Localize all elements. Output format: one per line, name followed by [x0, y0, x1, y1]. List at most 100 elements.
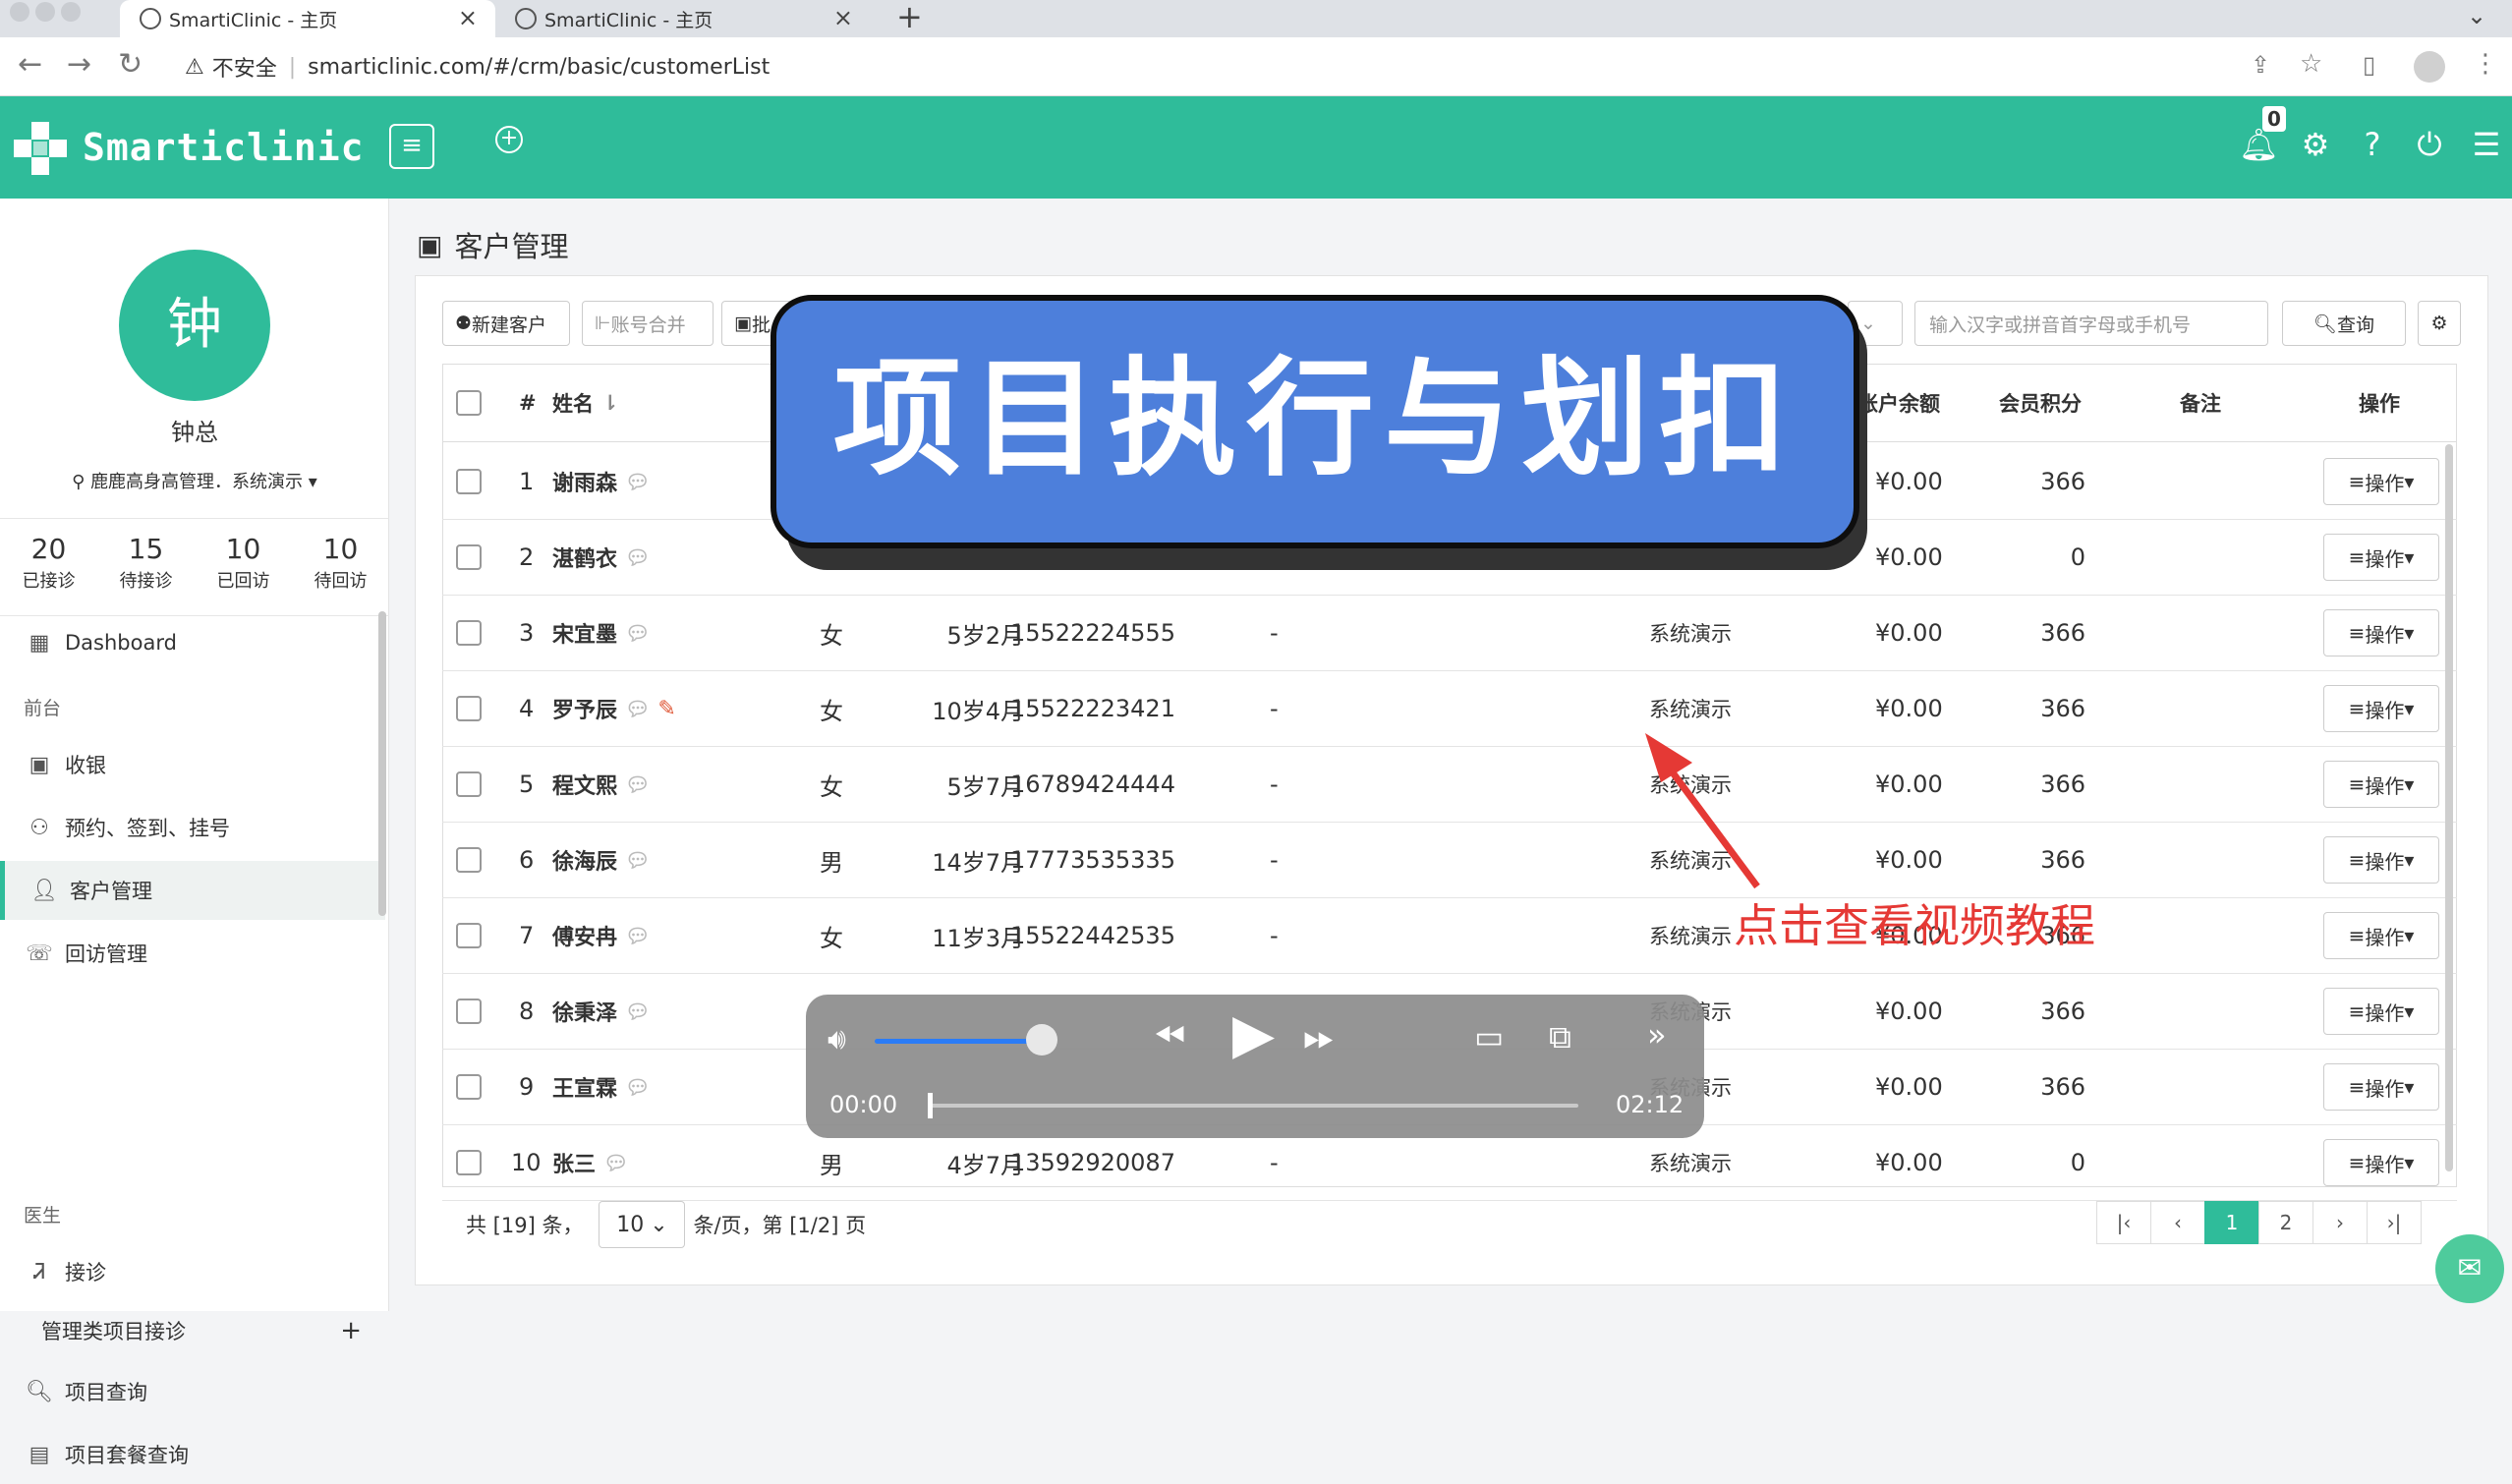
volume-slider-knob[interactable] [1026, 1024, 1057, 1056]
sidebar-item-reception[interactable]: Ꮨ 接诊 [0, 1242, 385, 1301]
rewind-icon[interactable]: ⏪︎ [1154, 1014, 1185, 1059]
sidebar-item-project-query[interactable]: 🔍︎ 项目查询 [0, 1362, 385, 1421]
volume-slider[interactable] [875, 1039, 1042, 1044]
sidebar-item-customer[interactable]: 👤︎ 客户管理 [0, 861, 385, 920]
row-checkbox[interactable] [456, 1074, 482, 1100]
column-header-name[interactable]: 姓名 ⇂ [552, 364, 619, 441]
row-action-button[interactable]: ≡ 操作 ▾ [2323, 458, 2439, 505]
row-checkbox[interactable] [456, 544, 482, 570]
help-icon[interactable]: ? [2353, 126, 2392, 163]
customer-name-link[interactable]: 程文熙 💬︎ [552, 747, 650, 822]
sidebar-item-followup[interactable]: ☏ 回访管理 [0, 924, 385, 983]
row-action-button[interactable]: ≡ 操作 ▾ [2323, 1063, 2439, 1111]
row-action-button[interactable]: ≡ 操作 ▾ [2323, 685, 2439, 732]
page-button-2[interactable]: 2 [2258, 1201, 2313, 1244]
table-scrollbar[interactable] [2445, 444, 2453, 1171]
sidebar-item-booking[interactable]: ⚇ 预约、签到、挂号 [0, 798, 385, 857]
row-action-button[interactable]: ≡ 操作 ▾ [2323, 534, 2439, 581]
next-page-button[interactable]: › [2312, 1201, 2368, 1244]
search-input[interactable]: 输入汉字或拼音首字母或手机号 [1914, 301, 2268, 346]
gear-icon[interactable]: ⚙ [2296, 126, 2335, 163]
profile-avatar-icon[interactable] [2414, 51, 2445, 83]
video-tutorial-hint[interactable]: 点击查看视频教程 [1734, 890, 2095, 955]
row-checkbox[interactable] [456, 847, 482, 873]
volume-icon[interactable]: 🔊︎ [828, 1022, 846, 1056]
select-all-checkbox[interactable] [456, 389, 482, 416]
table-row[interactable]: 4 罗予辰 💬︎ ✎ 女 10岁4月 15522223421- 系统演示 ¥0.00 366 ≡ 操… [442, 671, 2457, 747]
progress-bar[interactable] [930, 1104, 1578, 1108]
table-row[interactable]: 5 程文熙 💬︎ 女 5岁7月 16789424444- 系统演示 ¥0.00 366 ≡ 操作 … [442, 747, 2457, 823]
sidebar-item-dashboard[interactable]: ▦ Dashboard [0, 613, 385, 672]
window-zoom-dot[interactable] [61, 2, 81, 22]
window-minimize-dot[interactable] [35, 2, 55, 22]
row-action-button[interactable]: ≡ 操作 ▾ [2323, 988, 2439, 1035]
forward-arrow-icon[interactable]: → [67, 47, 91, 82]
row-checkbox[interactable] [456, 620, 482, 646]
more-menu-icon[interactable]: ⋮ [2473, 49, 2498, 79]
sidebar-item-mgmt-reception[interactable]: 管理类项目接诊 + [0, 1301, 385, 1360]
merge-accounts-button[interactable]: ⊩ 账号合并 [582, 301, 714, 346]
sidebar-item-cashier[interactable]: ▣ 收银 [0, 735, 385, 794]
browser-tab-active[interactable]: SmartiClinic - 主页 × [120, 0, 495, 37]
customer-name-link[interactable]: 宋宜墨 💬︎ [552, 596, 650, 670]
power-icon[interactable]: ⏻ [2410, 126, 2449, 164]
row-checkbox[interactable] [456, 999, 482, 1024]
sidebar-scrollbar[interactable] [378, 611, 386, 916]
prev-page-button[interactable]: ‹ [2150, 1201, 2205, 1244]
menu-toggle-button[interactable]: ≡ [389, 124, 434, 169]
customer-name-link[interactable]: 谢雨森 💬︎ [552, 444, 650, 519]
new-tab-button[interactable]: + [896, 0, 923, 35]
row-checkbox[interactable] [456, 1150, 482, 1175]
url-field[interactable]: ⚠ 不安全 | smarticlinic.com/#/crm/basic/cus… [185, 45, 2209, 88]
customer-name-link[interactable]: 傅安冉 💬︎ [552, 898, 650, 973]
list-indent-icon[interactable]: ☰ [2467, 126, 2506, 163]
window-close-dot[interactable] [10, 2, 29, 22]
location-dropdown[interactable]: ⚲ 鹿鹿高身高管理．系统演示 ▾ [0, 468, 389, 493]
share-icon[interactable]: ⇪ [2251, 51, 2270, 79]
row-action-button[interactable]: ≡ 操作 ▾ [2323, 609, 2439, 656]
last-page-button[interactable]: ›| [2367, 1201, 2422, 1244]
sort-icon[interactable]: ⇂ [601, 391, 619, 415]
sidebar-panel-icon[interactable]: ▯ [2363, 51, 2375, 79]
stat-waiting[interactable]: 15 待接诊 [97, 519, 195, 615]
close-tab-icon[interactable]: × [833, 4, 853, 31]
browser-tab[interactable]: SmartiClinic - 主页 × [495, 0, 871, 37]
new-customer-button[interactable]: ⚉ 新建客户 [442, 301, 570, 346]
fast-forward-icon[interactable]: ⏩︎ [1303, 1014, 1335, 1059]
add-tab-icon[interactable]: + [495, 126, 523, 153]
row-checkbox[interactable] [456, 469, 482, 494]
row-checkbox[interactable] [456, 923, 482, 948]
first-page-button[interactable]: |‹ [2096, 1201, 2151, 1244]
page-size-select[interactable]: 10 ⌄ [599, 1201, 686, 1248]
reload-icon[interactable]: ↻ [118, 47, 143, 82]
customer-name-link[interactable]: 罗予辰 💬︎ ✎ [552, 671, 676, 746]
query-button[interactable]: 🔍︎ 查询 [2282, 301, 2406, 346]
row-action-button[interactable]: ≡ 操作 ▾ [2323, 761, 2439, 808]
tab-list-chevron-icon[interactable]: ⌄ [2467, 2, 2486, 29]
customer-name-link[interactable]: 徐海辰 💬︎ [552, 823, 650, 897]
chat-icon[interactable]: ✉ [2435, 1234, 2504, 1303]
airplay-icon[interactable]: ▭ [1474, 1018, 1504, 1056]
play-icon[interactable]: ▶ [1232, 1002, 1275, 1066]
page-button-1[interactable]: 1 [2204, 1201, 2259, 1244]
expand-plus-icon[interactable]: + [340, 1316, 362, 1345]
close-tab-icon[interactable]: × [458, 4, 478, 31]
row-checkbox[interactable] [456, 771, 482, 797]
table-row[interactable]: 6 徐海辰 💬︎ 男 14岁7月 17773535335- 系统演示 ¥0.00 366 ≡ 操作… [442, 823, 2457, 898]
row-action-button[interactable]: ≡ 操作 ▾ [2323, 1139, 2439, 1186]
row-action-button[interactable]: ≡ 操作 ▾ [2323, 836, 2439, 884]
table-settings-button[interactable]: ⚙ [2418, 301, 2461, 346]
stat-to-follow[interactable]: 10 待回访 [292, 519, 389, 615]
sidebar-item-package-query[interactable]: ▤ 项目套餐查询 [0, 1425, 385, 1484]
back-arrow-icon[interactable]: ← [18, 47, 42, 82]
customer-name-link[interactable]: 张三 💬︎ [552, 1125, 628, 1200]
customer-name-link[interactable]: 徐秉泽 💬︎ [552, 974, 650, 1049]
customer-name-link[interactable]: 王宣霖 💬︎ [552, 1050, 650, 1124]
customer-name-link[interactable]: 湛鹤衣 💬︎ [552, 520, 650, 595]
table-row[interactable]: 7 傅安冉 💬︎ 女 11岁3月 15522442535- 系统演示 ¥0.00 366 ≡ 操作… [442, 898, 2457, 974]
row-checkbox[interactable] [456, 696, 482, 721]
more-controls-icon[interactable]: » [1647, 1016, 1667, 1054]
stat-received[interactable]: 20 已接诊 [0, 519, 97, 615]
bookmark-star-icon[interactable]: ☆ [2300, 49, 2322, 79]
progress-scrubber[interactable] [928, 1093, 933, 1118]
